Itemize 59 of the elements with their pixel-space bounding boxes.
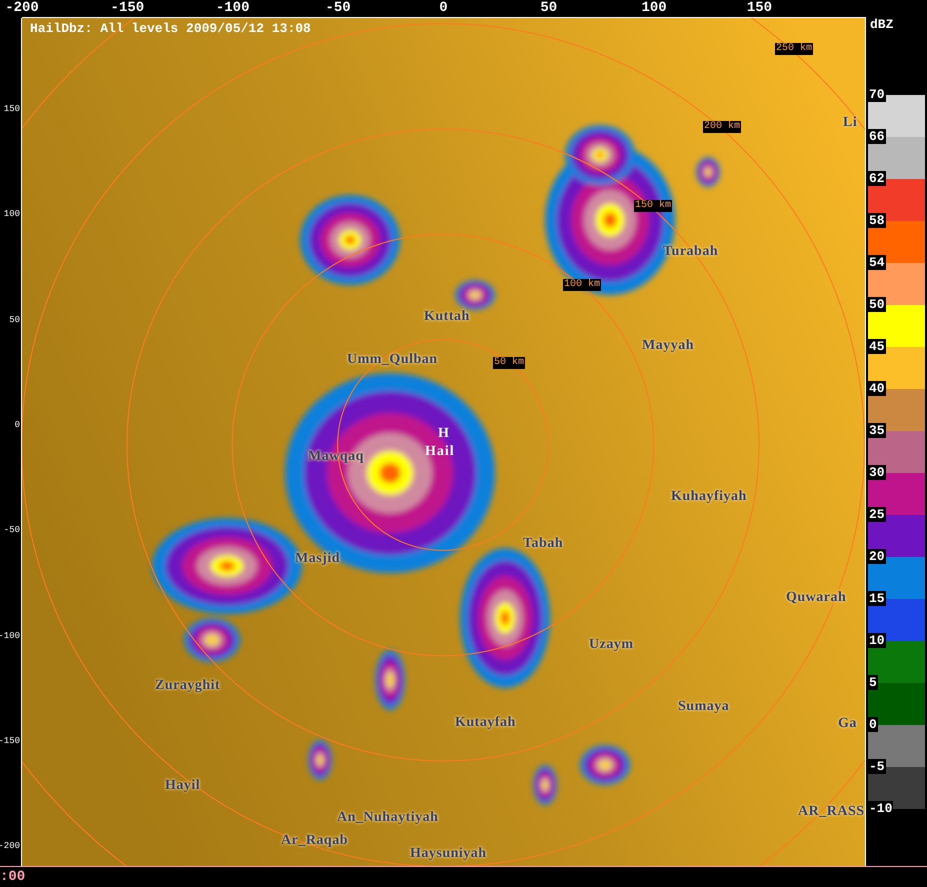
x-axis-tick-label: 150 (746, 0, 772, 16)
place-label: Kuttah (424, 309, 470, 325)
y-axis-tick-label: 0 (14, 420, 20, 430)
x-axis-tick-label: -150 (110, 0, 144, 16)
legend-label: 40 (868, 381, 886, 396)
legend-label: 50 (868, 297, 886, 312)
y-axis-tick-label: 50 (9, 314, 20, 325)
map-title: HailDbz: All levels 2009/05/12 13:08 (30, 21, 311, 36)
legend-label: 62 (868, 171, 886, 186)
status-text: :00 (0, 869, 26, 885)
x-axis-tick-label: -100 (216, 0, 250, 16)
place-label: Haysuniyah (410, 846, 487, 862)
x-axis-tick-label: 50 (540, 0, 558, 16)
legend-unit: dBZ (870, 18, 894, 32)
legend-label: 70 (868, 87, 886, 102)
legend-label: 15 (868, 591, 886, 606)
x-axis-tick-label: -200 (5, 0, 39, 16)
y-axis-tick-label: -100 (0, 630, 20, 641)
legend-label: 5 (868, 675, 878, 690)
place-label: Mayyah (642, 338, 694, 354)
range-label: 250 km (775, 43, 814, 55)
legend-label: -5 (868, 759, 886, 774)
legend-label: 30 (868, 465, 886, 480)
place-label: AR_RASS (798, 804, 865, 820)
range-label: 50 km (493, 357, 526, 369)
place-label: Kutayfah (455, 715, 516, 731)
y-axis-tick-label: -150 (0, 736, 20, 746)
radar-site-name: Hail (425, 444, 455, 460)
legend-label: 45 (868, 339, 886, 354)
place-label: Umm_Qulban (347, 352, 438, 368)
place-label: Zurayghit (155, 678, 220, 694)
place-label: Mawqaq (308, 449, 364, 465)
range-label: 100 km (563, 279, 602, 291)
place-label: Li (843, 115, 858, 131)
place-label: Kuhayfiyah (671, 489, 747, 505)
range-label: 200 km (703, 121, 742, 133)
x-axis-tick-label: 0 (439, 0, 448, 16)
place-label: An_Nuhaytiyah (337, 810, 438, 826)
x-axis-tick-label: 100 (641, 0, 667, 16)
place-label: Quwarah (786, 590, 846, 606)
range-label: 150 km (634, 200, 672, 212)
y-axis-tick-label: 100 (4, 209, 20, 220)
y-axis-tick-label: -200 (0, 841, 20, 852)
legend-label: 54 (868, 255, 886, 270)
place-label: Ga (838, 716, 857, 732)
place-label: Tabah (523, 536, 564, 552)
legend-label: 0 (868, 717, 878, 732)
place-label: Uzaym (589, 637, 634, 653)
legend-label: 58 (868, 213, 886, 228)
legend-label: 25 (868, 507, 886, 522)
legend-label: 20 (868, 549, 886, 564)
y-axis-tick-label: 150 (4, 104, 20, 114)
place-label: Sumaya (678, 699, 730, 715)
legend-label: 10 (868, 633, 886, 648)
y-axis-tick-label: -50 (4, 525, 20, 536)
x-axis-tick-label: -50 (325, 0, 351, 16)
legend-label: 35 (868, 423, 886, 438)
legend-label: 66 (868, 129, 886, 144)
radar-site-marker: H (438, 426, 450, 442)
